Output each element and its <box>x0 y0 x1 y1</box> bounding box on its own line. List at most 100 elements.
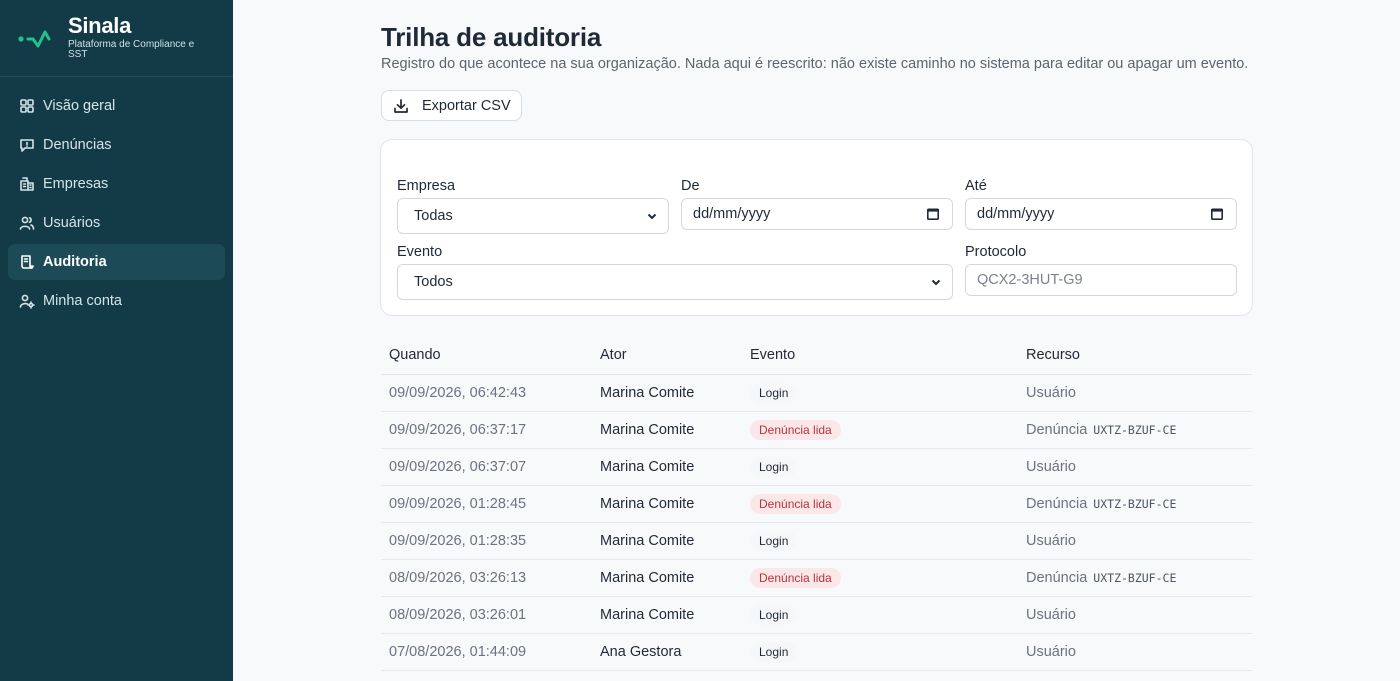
table-row[interactable]: 09/09/2026, 01:28:45 Marina Comite Denúnci… <box>381 486 1252 523</box>
cell-event: Login <box>750 605 1026 625</box>
sidebar-item-label: Auditoria <box>43 254 107 270</box>
download-icon <box>394 98 408 113</box>
cell-resource: Usuário <box>1026 607 1252 623</box>
protocolo-input[interactable]: QCX2-3HUT-G9 <box>965 264 1237 296</box>
column-header-recurso[interactable]: Recurso <box>1026 347 1252 363</box>
event-badge: Denúncia lida <box>750 494 841 514</box>
cell-actor: Ana Gestora <box>600 644 682 660</box>
cell-resource: Usuário <box>1026 644 1252 660</box>
event-badge: Denúncia lida <box>750 420 841 440</box>
column-header-quando[interactable]: Quando <box>381 347 600 363</box>
table-row[interactable]: 09/09/2026, 06:42:43 Marina Comite Login Us… <box>381 375 1252 412</box>
export-csv-button[interactable]: Exportar CSV <box>381 90 522 121</box>
cell-event: Login <box>750 457 1026 477</box>
table-row[interactable]: 08/09/2026, 03:26:01 Marina Comite Login Us… <box>381 597 1252 634</box>
sidebar-item-auditoria[interactable]: Auditoria <box>8 244 225 280</box>
table-body: 09/09/2026, 06:42:43 Marina Comite Login Us… <box>381 375 1252 671</box>
cell-resource: Usuário <box>1026 533 1252 549</box>
sidebar-item-denuncias[interactable]: Denúncias <box>8 127 225 163</box>
cell-when: 09/09/2026, 01:28:45 <box>389 496 527 512</box>
cell-actor: Marina Comite <box>600 533 695 549</box>
cell-when: 08/09/2026, 03:26:01 <box>389 607 527 623</box>
date-from-input[interactable]: dd/mm/yyyy <box>681 198 953 230</box>
column-header-ator[interactable]: Ator <box>600 347 750 363</box>
brand-name: Sinala <box>68 13 132 38</box>
page-subtitle: Registro do que acontece na sua organiza… <box>381 56 1249 72</box>
cell-event: Login <box>750 383 1026 403</box>
sidebar-item-label: Empresas <box>43 176 109 192</box>
event-badge: Login <box>750 531 798 551</box>
export-csv-label: Exportar CSV <box>422 97 511 114</box>
resource-name: Denúncia <box>1026 422 1088 438</box>
building-icon <box>19 176 35 192</box>
table-row[interactable]: 09/09/2026, 06:37:07 Marina Comite Login Us… <box>381 449 1252 486</box>
cell-actor: Marina Comite <box>600 385 695 401</box>
table-row[interactable]: 07/08/2026, 01:44:09 Ana Gestora Login Usuá… <box>381 634 1252 671</box>
protocol-code[interactable]: UXTZ-BZUF-CE <box>1093 571 1176 585</box>
de-label: De <box>681 178 700 194</box>
resource-name: Usuário <box>1026 607 1076 623</box>
calendar-icon[interactable] <box>1210 207 1224 221</box>
date-from-value: dd/mm/yyyy <box>693 206 771 222</box>
protocol-code[interactable]: UXTZ-BZUF-CE <box>1093 497 1176 511</box>
calendar-icon[interactable] <box>926 207 940 221</box>
main-content: Trilha de auditoria Registro do que acon… <box>233 0 1400 681</box>
empresa-selected-value: Todas <box>414 208 453 224</box>
table-row[interactable]: 09/09/2026, 06:37:17 Marina Comite Denúnci… <box>381 412 1252 449</box>
table-header: Quando Ator Evento Recurso <box>381 335 1252 375</box>
cell-resource: Usuário <box>1026 385 1252 401</box>
cell-when: 09/09/2026, 01:28:35 <box>389 533 527 549</box>
column-header-evento[interactable]: Evento <box>750 347 1026 363</box>
event-badge: Denúncia lida <box>750 568 841 588</box>
pulse-logo-icon <box>18 30 51 48</box>
sidebar: Sinala Plataforma de Compliance e SST Vi… <box>0 0 233 681</box>
event-badge: Login <box>750 605 798 625</box>
user-cog-icon <box>19 293 35 309</box>
resource-name: Usuário <box>1026 459 1076 475</box>
date-to-value: dd/mm/yyyy <box>977 206 1055 222</box>
sidebar-item-label: Denúncias <box>43 137 112 153</box>
sidebar-item-label: Minha conta <box>43 293 122 309</box>
empresa-select[interactable]: Todas <box>397 198 669 234</box>
resource-name: Usuário <box>1026 385 1076 401</box>
cell-resource: Usuário <box>1026 459 1252 475</box>
event-badge: Login <box>750 642 798 662</box>
audit-table: Quando Ator Evento Recurso 09/09/2026, 0… <box>381 335 1252 671</box>
message-square-icon <box>19 137 35 153</box>
sidebar-item-label: Usuários <box>43 215 101 231</box>
table-row[interactable]: 08/09/2026, 03:26:13 Marina Comite Denúnci… <box>381 560 1252 597</box>
date-to-input[interactable]: dd/mm/yyyy <box>965 198 1237 230</box>
cell-resource: Denúncia UXTZ-BZUF-CE <box>1026 496 1252 512</box>
table-row[interactable]: 09/09/2026, 01:28:35 Marina Comite Login Us… <box>381 523 1252 560</box>
cell-event: Denúncia lida <box>750 420 1026 440</box>
cell-resource: Denúncia UXTZ-BZUF-CE <box>1026 570 1252 586</box>
evento-selected-value: Todos <box>414 274 453 290</box>
sidebar-item-usuarios[interactable]: Usuários <box>8 205 225 241</box>
cell-when: 09/09/2026, 06:37:17 <box>389 422 527 438</box>
cell-actor: Marina Comite <box>600 459 695 475</box>
resource-name: Denúncia <box>1026 570 1088 586</box>
sidebar-item-minha-conta[interactable]: Minha conta <box>8 283 225 319</box>
cell-actor: Marina Comite <box>600 422 695 438</box>
sidebar-item-visao-geral[interactable]: Visão geral <box>8 88 225 124</box>
resource-name: Denúncia <box>1026 496 1088 512</box>
chevron-down-icon <box>647 213 657 220</box>
cell-actor: Marina Comite <box>600 496 695 512</box>
resource-name: Usuário <box>1026 533 1076 549</box>
event-badge: Login <box>750 457 798 477</box>
ate-label: Até <box>965 178 987 194</box>
cell-event: Denúncia lida <box>750 494 1026 514</box>
evento-label: Evento <box>397 244 443 260</box>
chevron-down-icon <box>931 279 941 286</box>
scroll-icon <box>19 254 35 270</box>
sidebar-item-empresas[interactable]: Empresas <box>8 166 225 202</box>
cell-resource: Denúncia UXTZ-BZUF-CE <box>1026 422 1252 438</box>
evento-select[interactable]: Todos <box>397 264 953 300</box>
cell-when: 09/09/2026, 06:37:07 <box>389 459 527 475</box>
empresa-label: Empresa <box>397 178 456 194</box>
sidebar-item-label: Visão geral <box>43 98 116 114</box>
brand[interactable]: Sinala Plataforma de Compliance e SST <box>0 0 233 77</box>
cell-event: Denúncia lida <box>750 568 1026 588</box>
cell-actor: Marina Comite <box>600 570 695 586</box>
protocol-code[interactable]: UXTZ-BZUF-CE <box>1093 423 1176 437</box>
